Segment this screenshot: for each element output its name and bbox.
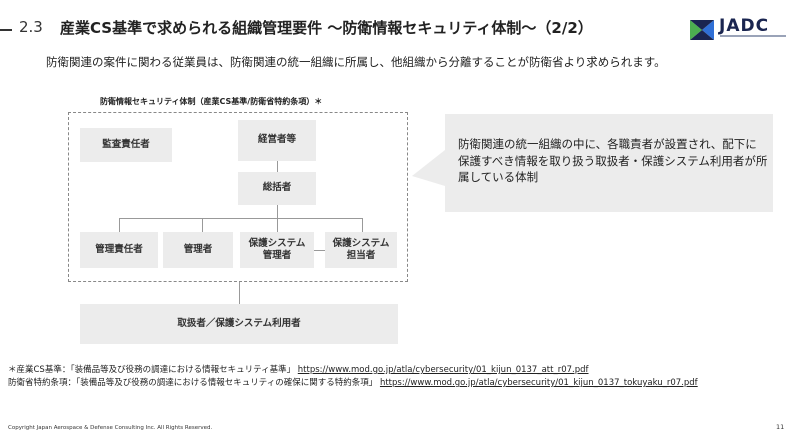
note-special-clause: 防衛省特約条項：「装備品等及び役務の調達における情報セキュリティの確保に関する特… [8,376,698,388]
box-audit-officer: 監査責任者 [80,128,172,162]
note-clause-link[interactable]: https://www.mod.go.jp/atla/cybersecurity… [380,378,698,388]
box-manager-responsible: 管理責任者 [80,232,158,268]
copyright: Copyright Japan Aerospace & Defense Cons… [8,425,213,431]
note-cs-link[interactable]: https://www.mod.go.jp/atla/cybersecurity… [298,365,589,375]
title-dash [0,29,12,31]
section-number: 2.3 [19,18,43,36]
connector-supervisor-down [277,205,278,218]
page-title: 産業CS基準で求められる組織管理要件 ～防衛情報セキュリティ体制～（2/2） [60,19,593,37]
jadc-logo-mark-icon [690,20,714,40]
connector-horizontal [119,218,363,219]
connector-drop-1 [119,218,120,232]
connector-handlers [239,282,240,304]
diagram-caption: 防衛情報セキュリティ体制（産業CS基準/防衛省特約条項）＊ [100,97,323,106]
logo-tagline-bar [720,35,786,37]
box-system-operator: 保護システム 担当者 [325,232,397,268]
logo-text: JADC [719,16,770,36]
jadc-logo: JADC [690,16,790,44]
lead-text: 防衛関連の案件に関わる従業員は、防衛関連の統一組織に所属し、他組織から分離するこ… [46,55,666,69]
connector-sys-link [314,250,325,251]
note-cs-standard: ＊産業CS基準：「装備品等及び役務の調達における情報セキュリティ基準」 http… [8,363,589,375]
note-clause-label: 防衛省特約条項：「装備品等及び役務の調達における情報セキュリティの確保に関する特… [8,378,378,388]
connector-drop-4 [362,218,363,232]
callout-text: 防衛関連の統一組織の中に、各職責者が設置され、配下に保護すべき情報を取り扱う取扱… [458,137,768,185]
box-executive: 経営者等 [238,120,316,161]
connector-exec-supervisor [277,161,278,172]
box-manager: 管理者 [163,232,233,268]
page-number: 11 [776,423,785,431]
connector-drop-2 [202,218,203,232]
box-handlers: 取扱者／保護システム利用者 [80,304,398,344]
connector-drop-3 [277,218,278,232]
note-cs-label: ＊産業CS基準：「装備品等及び役務の調達における情報セキュリティ基準」 [8,365,296,375]
box-supervisor: 総括者 [238,172,316,205]
box-system-manager: 保護システム 管理者 [240,232,314,268]
